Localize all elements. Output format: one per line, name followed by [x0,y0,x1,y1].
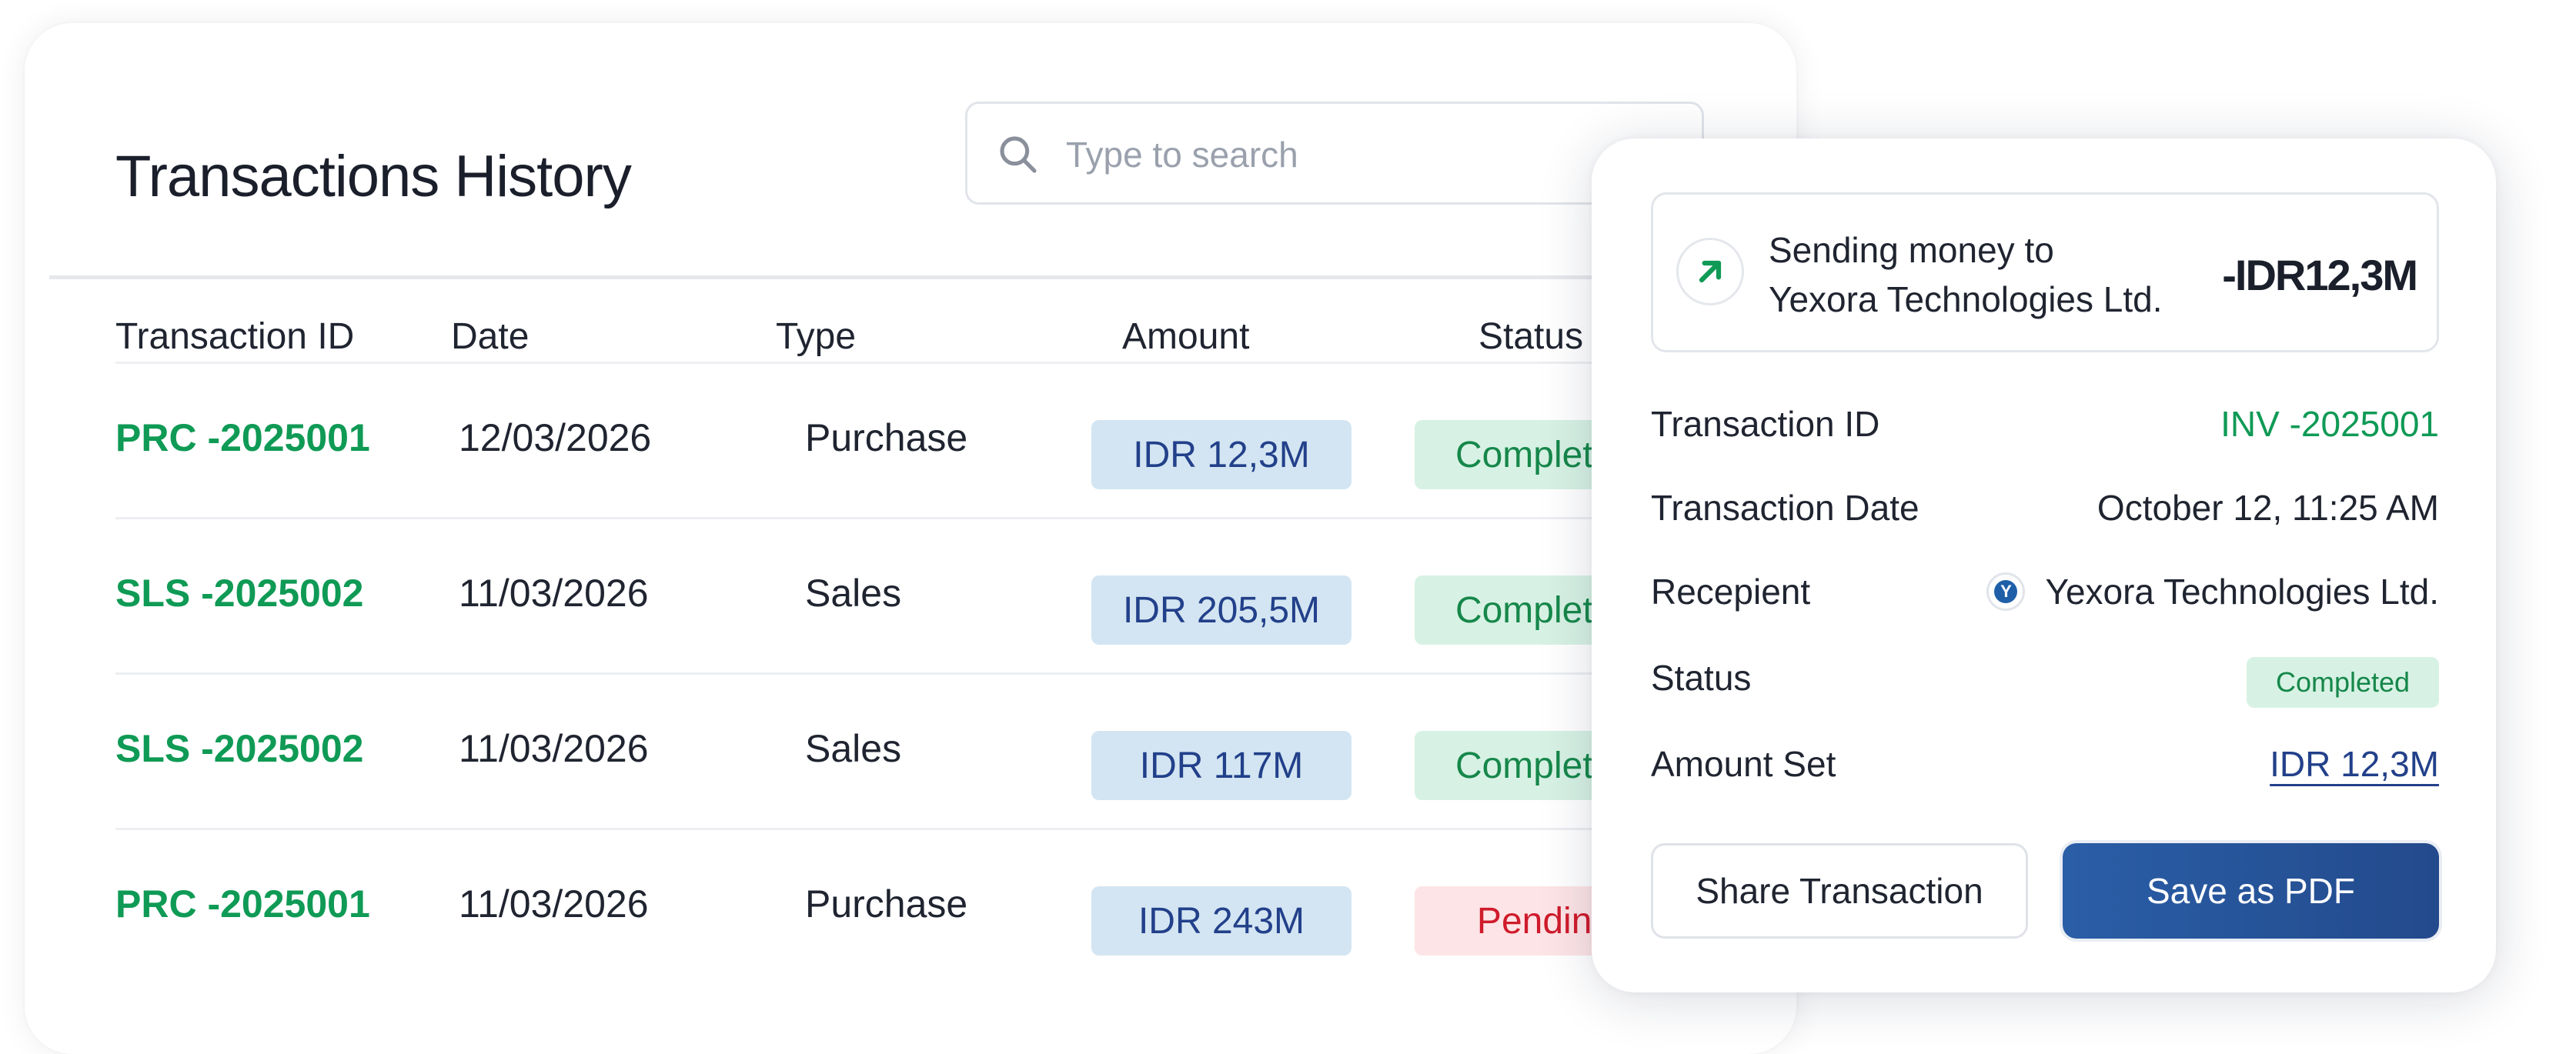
transactions-card: Transactions History Transaction ID Date… [25,23,1796,1054]
transaction-date: 12/03/2026 [459,416,652,459]
search-input[interactable] [1064,127,1668,182]
table-row[interactable]: PRC -2025001 11/03/2026 Purchase IDR 243… [115,828,1796,983]
row-divider [115,828,1796,830]
column-header-date[interactable]: Date [451,315,529,358]
summary-description: Sending money to Yexora Technologies Ltd… [1769,225,2163,324]
recipient-value: Y Yexora Technologies Ltd. [1986,571,2439,612]
transaction-type: Sales [805,727,902,770]
table-row[interactable]: SLS -2025002 11/03/2026 Sales IDR 117M C… [115,672,1796,828]
summary-amount: -IDR12,3M [2222,251,2418,299]
row-divider [115,362,1796,364]
transaction-id-link[interactable]: PRC -2025001 [115,882,370,926]
amount-set-link[interactable]: IDR 12,3M [2270,743,2439,785]
transaction-date: 11/03/2026 [459,727,649,770]
transaction-id-value: INV -2025001 [2220,404,2439,444]
arrow-up-right-icon [1676,238,1744,305]
transaction-date: 11/03/2026 [459,882,649,926]
amount-badge: IDR 243M [1091,886,1351,956]
transaction-type: Purchase [805,882,968,926]
table-row[interactable]: PRC -2025001 12/03/2026 Purchase IDR 12,… [115,362,1796,517]
transaction-date: 11/03/2026 [459,572,649,615]
row-divider [115,672,1796,675]
column-header-transaction-id[interactable]: Transaction ID [115,315,354,358]
transaction-date-label: Transaction Date [1651,488,1919,528]
status-label: Status [1651,658,1752,698]
transaction-id-link[interactable]: PRC -2025001 [115,415,370,460]
transaction-detail-card: Sending money to Yexora Technologies Ltd… [1592,138,2496,992]
company-logo-icon: Y [1986,572,2026,611]
transaction-type: Purchase [805,416,968,459]
transaction-summary: Sending money to Yexora Technologies Ltd… [1651,192,2439,352]
status-badge: Completed [2247,657,2439,708]
recipient-label: Recepient [1651,572,1811,612]
transaction-id-link[interactable]: SLS -2025002 [115,571,363,615]
transaction-type: Sales [805,572,902,615]
amount-badge: IDR 205,5M [1091,575,1351,645]
column-header-type[interactable]: Type [776,315,856,358]
amount-set-label: Amount Set [1651,744,1836,784]
share-transaction-button[interactable]: Share Transaction [1651,843,2028,939]
column-header-status[interactable]: Status [1478,315,1583,358]
column-header-amount[interactable]: Amount [1122,315,1249,358]
summary-recipient: Yexora Technologies Ltd. [1769,279,2163,319]
search-icon [1000,136,1037,173]
row-divider [115,517,1796,519]
page-title: Transactions History [115,144,632,209]
transaction-id-label: Transaction ID [1651,404,1880,444]
transaction-date-value: October 12, 11:25 AM [2097,488,2439,528]
transaction-id-link[interactable]: SLS -2025002 [115,726,363,771]
summary-line-1: Sending money to [1769,230,2054,270]
amount-badge: IDR 117M [1091,731,1351,800]
save-as-pdf-button[interactable]: Save as PDF [2063,843,2439,939]
amount-badge: IDR 12,3M [1091,420,1351,489]
header-divider [49,275,1796,279]
table-row[interactable]: SLS -2025002 11/03/2026 Sales IDR 205,5M… [115,517,1796,672]
recipient-name: Yexora Technologies Ltd. [2045,572,2439,612]
